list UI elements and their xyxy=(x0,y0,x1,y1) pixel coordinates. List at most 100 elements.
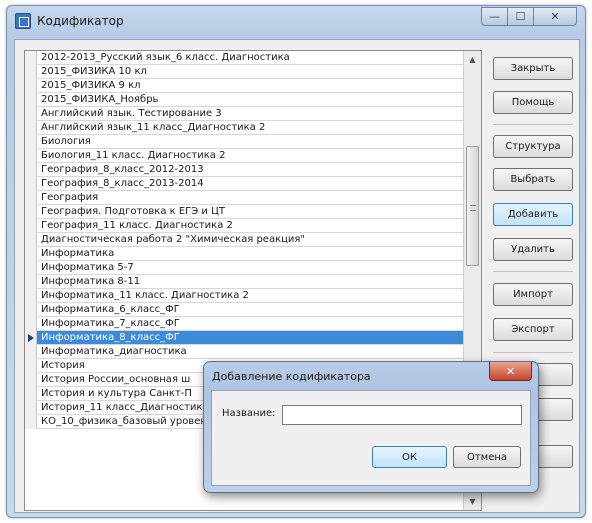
close-window-button[interactable]: ✕ xyxy=(534,7,577,26)
row-selector[interactable] xyxy=(25,121,37,135)
list-item[interactable]: Информатика_7_класс_ФГ xyxy=(25,317,463,331)
list-item-label: История России_основная ш xyxy=(41,374,191,385)
help-button[interactable]: Помощь xyxy=(493,91,573,114)
row-selector[interactable] xyxy=(25,247,37,261)
add-codifier-dialog: Добавление кодификатора ✕ Название: ОК О… xyxy=(203,361,539,493)
list-item-label: Английский язык_11 класс_Диагностика 2 xyxy=(41,122,266,133)
list-item[interactable]: География. Подготовка к ЕГЭ и ЦТ xyxy=(25,205,463,219)
list-item-label: География_11 класс. Диагностика 2 xyxy=(41,220,233,231)
title-bar[interactable]: Кодификатор — ☐ ✕ xyxy=(7,6,585,36)
list-item-label: Информатика xyxy=(41,248,115,259)
list-item-label: Информатика 8-11 xyxy=(41,276,141,287)
scroll-up-arrow-icon[interactable]: ▲ xyxy=(464,51,481,68)
select-button[interactable]: Выбрать xyxy=(493,168,573,191)
list-item-label: 2015_ФИЗИКА_Ноябрь xyxy=(41,94,159,105)
ok-button[interactable]: ОК xyxy=(372,446,447,468)
list-item-label: Информатика_6_класс_ФГ xyxy=(41,304,180,315)
minimize-button[interactable]: — xyxy=(481,7,508,26)
list-item-label: География xyxy=(41,192,99,203)
button-separator xyxy=(493,271,573,272)
row-selector[interactable] xyxy=(25,51,37,65)
row-selector[interactable] xyxy=(25,359,37,373)
row-selector[interactable] xyxy=(25,261,37,275)
row-selector[interactable] xyxy=(25,303,37,317)
list-item[interactable]: Информатика_диагностика xyxy=(25,345,463,359)
list-item[interactable]: География_11 класс. Диагностика 2 xyxy=(25,219,463,233)
list-item-label: Информатика_11 класс. Диагностика 2 xyxy=(41,290,249,301)
scrollbar-thumb[interactable] xyxy=(466,146,479,266)
list-item-label: География_8_класс_2012-2013 xyxy=(41,164,204,175)
row-selector[interactable] xyxy=(25,177,37,191)
row-selector[interactable] xyxy=(25,317,37,331)
row-selector[interactable] xyxy=(25,415,37,429)
list-item[interactable]: Информатика xyxy=(25,247,463,261)
list-item[interactable]: 2015_ФИЗИКА 9 кл xyxy=(25,79,463,93)
dialog-close-button[interactable]: ✕ xyxy=(489,362,532,381)
row-selector[interactable] xyxy=(25,373,37,387)
list-item-label: География_8_класс_2013-2014 xyxy=(41,178,204,189)
list-item-label: История_11 класс_Диагностика 2 xyxy=(41,402,219,413)
name-label: Название: xyxy=(222,408,276,419)
list-item[interactable]: Биология_11 класс. Диагностика 2 xyxy=(25,149,463,163)
list-item[interactable]: География_8_класс_2013-2014 xyxy=(25,177,463,191)
list-item-label: 2015_ФИЗИКА 10 кл xyxy=(41,66,147,77)
list-item[interactable]: Биология xyxy=(25,135,463,149)
list-item[interactable]: Английский язык_11 класс_Диагностика 2 xyxy=(25,121,463,135)
list-item[interactable]: Информатика_8_класс_ФГ xyxy=(25,331,463,345)
list-item[interactable]: 2015_ФИЗИКА 10 кл xyxy=(25,65,463,79)
list-item-label: География. Подготовка к ЕГЭ и ЦТ xyxy=(41,206,225,217)
dialog-title: Добавление кодификатора xyxy=(212,370,371,383)
row-selector[interactable] xyxy=(25,65,37,79)
import-button[interactable]: Импорт xyxy=(493,283,573,306)
list-item-label: Информатика_8_класс_ФГ xyxy=(41,332,180,343)
delete-button[interactable]: Удалить xyxy=(493,238,573,261)
row-selector[interactable] xyxy=(25,107,37,121)
list-item[interactable]: Информатика_11 класс. Диагностика 2 xyxy=(25,289,463,303)
button-separator xyxy=(493,352,573,353)
row-selector[interactable] xyxy=(25,149,37,163)
list-item[interactable]: 2012-2013_Русский язык_6 класс. Диагност… xyxy=(25,51,463,65)
list-item-label: 2015_ФИЗИКА 9 кл xyxy=(41,80,141,91)
current-row-arrow-icon[interactable] xyxy=(25,331,37,345)
maximize-button[interactable]: ☐ xyxy=(508,7,534,26)
row-selector[interactable] xyxy=(25,205,37,219)
list-item-label: История xyxy=(41,360,85,371)
name-input[interactable] xyxy=(282,405,522,425)
list-item[interactable]: Информатика_6_класс_ФГ xyxy=(25,303,463,317)
list-item-label: Информатика 5-7 xyxy=(41,262,134,273)
scrollbar-grip-icon xyxy=(470,205,476,211)
cancel-button[interactable]: Отмена xyxy=(453,446,521,468)
list-item[interactable]: География_8_класс_2012-2013 xyxy=(25,163,463,177)
list-item[interactable]: Диагностическая работа 2 "Химическая реа… xyxy=(25,233,463,247)
list-item-label: История и культура Санкт-П xyxy=(41,388,192,399)
structure-button[interactable]: Структура xyxy=(493,135,573,158)
button-separator xyxy=(493,124,573,125)
row-selector[interactable] xyxy=(25,135,37,149)
list-item[interactable]: Английский язык. Тестирование 3 xyxy=(25,107,463,121)
row-selector[interactable] xyxy=(25,289,37,303)
list-item-label: Диагностическая работа 2 "Химическая реа… xyxy=(41,234,306,245)
list-item[interactable]: Информатика 5-7 xyxy=(25,261,463,275)
row-selector[interactable] xyxy=(25,93,37,107)
close-button[interactable]: Закрыть xyxy=(493,57,573,80)
list-item-label: Информатика_диагностика xyxy=(41,346,187,357)
row-selector[interactable] xyxy=(25,345,37,359)
add-button[interactable]: Добавить xyxy=(493,203,573,226)
export-button[interactable]: Экспорт xyxy=(493,318,573,341)
row-selector[interactable] xyxy=(25,79,37,93)
row-selector[interactable] xyxy=(25,401,37,415)
row-selector[interactable] xyxy=(25,387,37,401)
app-icon xyxy=(15,13,31,29)
list-item[interactable]: 2015_ФИЗИКА_Ноябрь xyxy=(25,93,463,107)
list-item[interactable]: География xyxy=(25,191,463,205)
list-item-label: 2012-2013_Русский язык_6 класс. Диагност… xyxy=(41,52,290,63)
row-selector[interactable] xyxy=(25,219,37,233)
scroll-down-arrow-icon[interactable]: ▼ xyxy=(464,493,481,510)
row-selector[interactable] xyxy=(25,233,37,247)
list-item-label: Биология_11 класс. Диагностика 2 xyxy=(41,150,226,161)
list-item-label: Информатика_7_класс_ФГ xyxy=(41,318,180,329)
row-selector[interactable] xyxy=(25,163,37,177)
row-selector[interactable] xyxy=(25,275,37,289)
list-item[interactable]: Информатика 8-11 xyxy=(25,275,463,289)
row-selector[interactable] xyxy=(25,191,37,205)
